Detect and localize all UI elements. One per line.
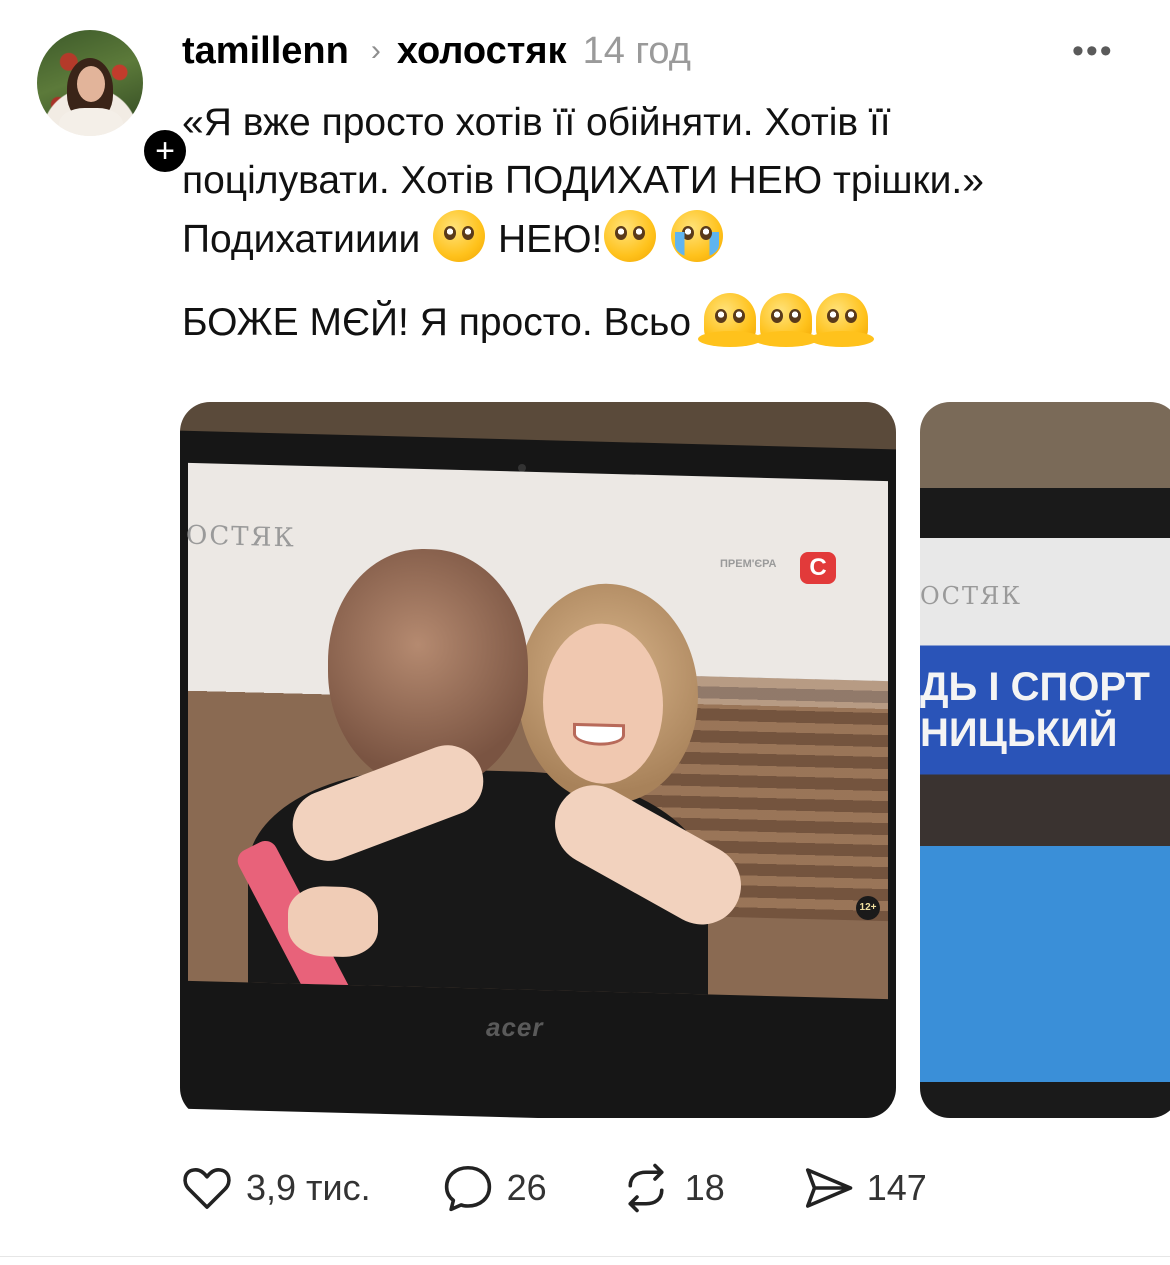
post-line-3: Подихатииии НЕЮ! [182,210,1142,269]
community-name[interactable]: холостяк [397,30,567,73]
post-line-1: «Я вже просто хотів її обійняти. Хотів ї… [182,101,891,144]
post-divider [0,1256,1170,1257]
post-line-4-text: БОЖЕ МЄЙ! Я просто. Всьо [182,301,692,344]
photo-2[interactable]: OСТЯК ДЬ І СПОРТ НИЦЬКИЙ [920,402,1170,1118]
timestamp: 14 год [582,29,691,72]
avatar[interactable]: + [37,30,190,176]
tv-show-logo: OСТЯК [186,520,296,554]
chevron-right-icon: › [370,34,381,67]
premiere-label: ПРЕМ'ЄРА [720,558,777,570]
pleading-face-icon [433,210,486,262]
tv-show-logo-2: OСТЯК [920,582,1023,610]
send-icon [805,1168,853,1208]
share-button[interactable]: 147 [801,1161,927,1215]
melting-face-icon [753,293,818,347]
arena-banner: ДЬ І СПОРТ НИЦЬКИЙ [920,664,1170,756]
media-carousel[interactable]: OСТЯК ПРЕМ'ЄРА C 12+ acer OСТЯК ДЬ І СПО… [180,402,1170,1118]
loudly-crying-face-icon [671,210,724,262]
action-bar: 3,9 тис. 26 18 147 [180,1160,927,1216]
post-text: «Я вже просто хотів її обійняти. Хотів ї… [182,94,1142,352]
post-line-2: поцілувати. Хотів ПОДИХАТИ НЕЮ трішки.» [182,159,984,202]
pleading-face-icon [604,210,657,262]
channel-logo: C [800,552,836,584]
melting-face-icon [697,293,762,347]
reply-count: 26 [506,1167,547,1208]
melting-face-icon [809,293,874,347]
photo-1[interactable]: OСТЯК ПРЕМ'ЄРА C 12+ acer [180,402,896,1118]
more-options-icon[interactable]: ••• [1072,34,1114,68]
banner-line-2: НИЦЬКИЙ [920,711,1118,755]
age-rating-badge: 12+ [856,896,880,920]
heart-icon [183,1167,231,1209]
repost-icon [628,1163,664,1213]
repost-count: 18 [684,1167,725,1208]
repost-button[interactable]: 18 [619,1161,725,1215]
banner-line-1: ДЬ І СПОРТ [920,665,1150,709]
avatar-image [37,30,143,136]
comment-icon [444,1165,491,1212]
post-line-3b: НЕЮ! [498,218,603,261]
post-line-3a: Подихатииии [182,218,421,261]
post-line-4: БОЖЕ МЄЙ! Я просто. Всьо [182,293,1142,352]
laptop-brand-logo: acer [486,1012,544,1042]
share-count: 147 [866,1167,927,1208]
reply-button[interactable]: 26 [441,1161,547,1215]
post-header: tamillenn › холостяк 14 год [182,26,691,76]
like-button[interactable]: 3,9 тис. [180,1161,371,1215]
username[interactable]: tamillenn [182,30,349,73]
like-count: 3,9 тис. [246,1167,371,1208]
